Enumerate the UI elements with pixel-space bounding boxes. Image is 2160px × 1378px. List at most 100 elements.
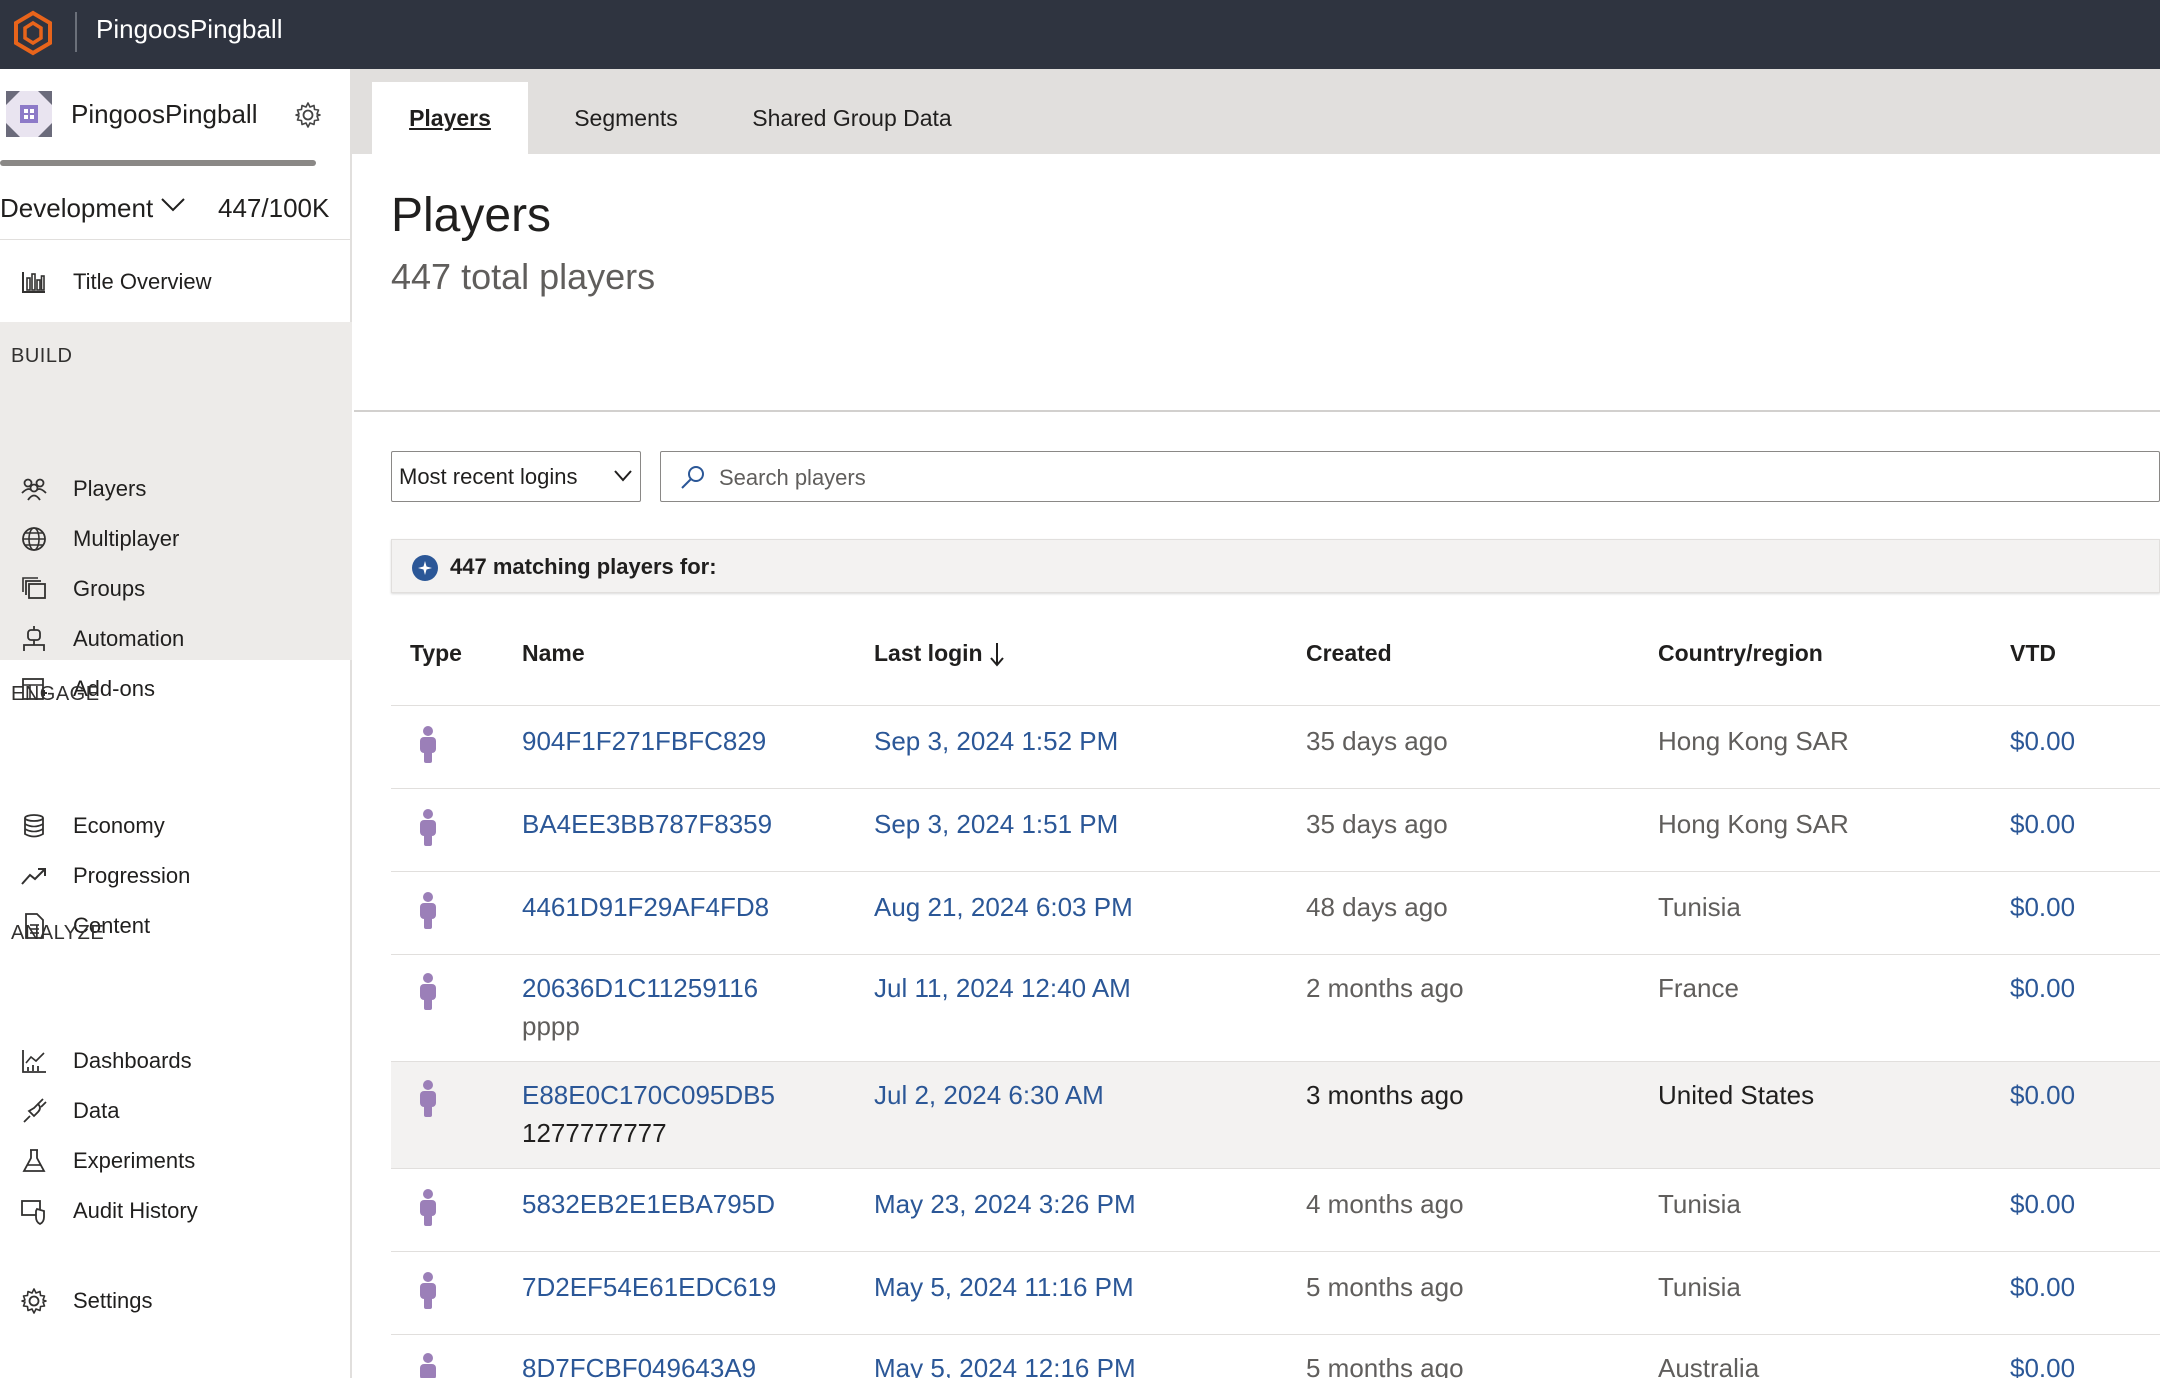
gear-icon[interactable] (294, 101, 322, 129)
search-placeholder: Search players (719, 465, 866, 490)
sidebar-item-label: Multiplayer (73, 526, 180, 551)
section-label-build: BUILD (11, 345, 73, 367)
vtd-link[interactable]: $0.00 (2010, 973, 2075, 1004)
sidebar-item-label: Groups (73, 576, 146, 601)
player-name-link[interactable]: 20636D1C11259116 (522, 973, 758, 1004)
audit-shield-icon (21, 1200, 45, 1225)
sort-dropdown[interactable]: Most recent logins (391, 451, 641, 502)
vtd-link[interactable]: $0.00 (2010, 1353, 2075, 1378)
player-usage-count: 447/100K (218, 193, 330, 223)
created-value: 3 months ago (1306, 1080, 1464, 1110)
table-row[interactable]: E88E0C170C095DB5 1277777777 Jul 2, 2024 … (391, 1061, 2160, 1168)
top-bar: PingoosPingball (0, 0, 2160, 69)
player-name-link[interactable]: BA4EE3BB787F8359 (522, 809, 772, 840)
table-row[interactable]: 904F1F271FBFC829 Sep 3, 2024 1:52 PM 35 … (391, 705, 2160, 788)
sidebar-item-automation[interactable]: Automation (0, 613, 352, 661)
automation-icon (23, 626, 45, 651)
column-header-country[interactable]: Country/region (1658, 640, 1823, 667)
search-input[interactable]: Search players (660, 451, 2160, 502)
player-name-link[interactable]: 4461D91F29AF4FD8 (522, 892, 769, 923)
sidebar-item-title-overview[interactable]: Title Overview (0, 256, 352, 304)
created-value: 5 months ago (1306, 1353, 1464, 1378)
app-brand[interactable]: PingoosPingball (96, 14, 282, 45)
last-login-link[interactable]: May 23, 2024 3:26 PM (874, 1189, 1136, 1220)
sidebar-item-label: Experiments (73, 1148, 196, 1173)
match-summary-bar: 447 matching players for: (391, 539, 2160, 593)
player-icon (420, 973, 436, 1010)
sidebar-item-progression[interactable]: Progression (0, 850, 352, 898)
playfab-logo-icon[interactable] (12, 10, 54, 56)
sidebar-item-experiments[interactable]: Experiments (0, 1135, 352, 1183)
content-divider (354, 410, 2160, 412)
groups-icon (22, 577, 46, 599)
title-row[interactable]: PingoosPingball (0, 89, 352, 139)
player-name-link[interactable]: 904F1F271FBFC829 (522, 726, 766, 757)
vtd-link[interactable]: $0.00 (2010, 809, 2075, 840)
sidebar-item-settings[interactable]: Settings (0, 1275, 352, 1323)
search-icon (681, 466, 704, 489)
last-login-link[interactable]: Sep 3, 2024 1:52 PM (874, 726, 1118, 757)
sidebar-item-label: Progression (73, 863, 191, 888)
player-name-link[interactable]: 8D7FCBF049643A9 (522, 1353, 756, 1378)
table-row[interactable]: 5832EB2E1EBA795D May 23, 2024 3:26 PM 4 … (391, 1168, 2160, 1251)
tab-segments[interactable]: Segments (538, 82, 714, 154)
player-name-link[interactable]: 7D2EF54E61EDC619 (522, 1272, 776, 1303)
sidebar-item-label: Dashboards (73, 1048, 192, 1073)
sidebar-item-multiplayer[interactable]: Multiplayer (0, 513, 352, 561)
sparkle-filter-icon[interactable] (411, 554, 439, 582)
match-summary-text: 447 matching players for: (450, 554, 717, 579)
table-row[interactable]: 20636D1C11259116 pppp Jul 11, 2024 12:40… (391, 954, 2160, 1061)
table-row[interactable]: BA4EE3BB787F8359 Sep 3, 2024 1:51 PM 35 … (391, 788, 2160, 871)
created-value: 35 days ago (1306, 726, 1448, 756)
sidebar-item-players[interactable]: Players (0, 463, 352, 511)
vtd-link[interactable]: $0.00 (2010, 726, 2075, 757)
vtd-link[interactable]: $0.00 (2010, 1189, 2075, 1220)
players-icon (21, 478, 47, 501)
created-value: 5 months ago (1306, 1272, 1464, 1302)
player-icon (420, 1080, 436, 1117)
column-header-created[interactable]: Created (1306, 640, 1392, 667)
last-login-link[interactable]: Sep 3, 2024 1:51 PM (874, 809, 1118, 840)
sidebar-item-economy[interactable]: Economy (0, 800, 352, 848)
sidebar-item-label: Players (73, 476, 147, 501)
country-value: Tunisia (1658, 1189, 1741, 1219)
sidebar-item-data[interactable]: Data (0, 1085, 352, 1133)
tab-players[interactable]: Players (372, 82, 528, 154)
table-row[interactable]: 4461D91F29AF4FD8 Aug 21, 2024 6:03 PM 48… (391, 871, 2160, 954)
country-value: Tunisia (1658, 892, 1741, 922)
sidebar-item-dashboards[interactable]: Dashboards (0, 1035, 352, 1083)
sidebar-item-groups[interactable]: Groups (0, 563, 352, 611)
vtd-link[interactable]: $0.00 (2010, 1272, 2075, 1303)
column-header-name[interactable]: Name (522, 640, 585, 667)
sidebar-item-label: Economy (73, 813, 165, 838)
gear-icon (21, 1288, 47, 1314)
last-login-link[interactable]: Jul 11, 2024 12:40 AM (874, 973, 1131, 1004)
created-value: 48 days ago (1306, 892, 1448, 922)
last-login-link[interactable]: May 5, 2024 12:16 PM (874, 1353, 1136, 1378)
last-login-link[interactable]: May 5, 2024 11:16 PM (874, 1272, 1134, 1303)
vtd-link[interactable]: $0.00 (2010, 892, 2075, 923)
table-row[interactable]: 8D7FCBF049643A9 May 5, 2024 12:16 PM 5 m… (391, 1334, 2160, 1378)
table-row[interactable]: 7D2EF54E61EDC619 May 5, 2024 11:16 PM 5 … (391, 1251, 2160, 1334)
last-login-link[interactable]: Aug 21, 2024 6:03 PM (874, 892, 1133, 923)
player-icon (420, 1272, 436, 1309)
column-header-last-login[interactable]: Last login (874, 640, 1005, 667)
sidebar-item-label: Title Overview (73, 269, 212, 294)
player-name-link[interactable]: E88E0C170C095DB5 (522, 1080, 775, 1111)
player-name-link[interactable]: 5832EB2E1EBA795D (522, 1189, 775, 1220)
environment-selector[interactable]: Development 447/100K (0, 185, 352, 235)
created-value: 35 days ago (1306, 809, 1448, 839)
page-subtitle: 447 total players (391, 256, 656, 297)
last-login-link[interactable]: Jul 2, 2024 6:30 AM (874, 1080, 1104, 1111)
sidebar-item-audit-history[interactable]: Audit History (0, 1185, 352, 1233)
column-header-type[interactable]: Type (410, 640, 462, 667)
column-header-label: Last login (874, 640, 983, 666)
tab-shared-group-data[interactable]: Shared Group Data (724, 82, 980, 154)
column-header-vtd[interactable]: VTD (2010, 640, 2056, 667)
player-icon (420, 1353, 436, 1378)
vtd-link[interactable]: $0.00 (2010, 1080, 2075, 1111)
chevron-down-icon (161, 198, 185, 212)
country-value: Hong Kong SAR (1658, 726, 1849, 756)
environment-name: Development (0, 193, 154, 223)
country-value: Australia (1658, 1353, 1760, 1378)
